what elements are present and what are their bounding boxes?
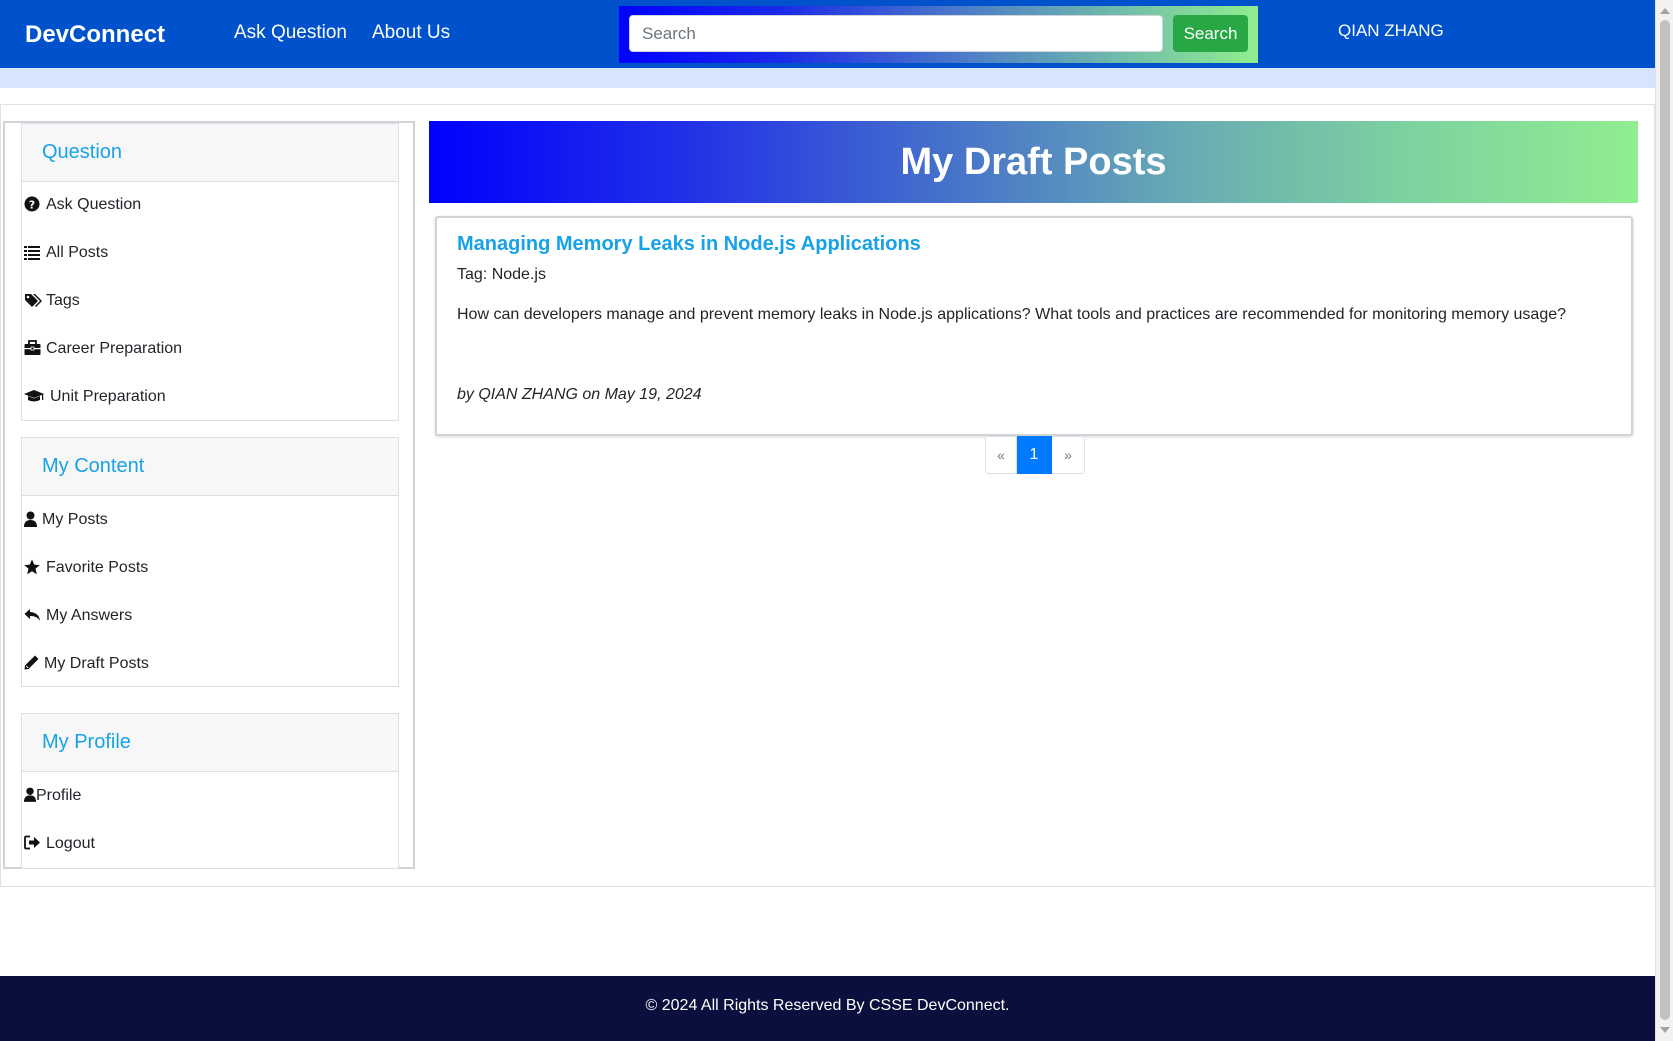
sidebar-item-label: My Answers	[46, 607, 133, 624]
sidebar-item-favorite-posts[interactable]: Favorite Posts	[24, 556, 148, 580]
pagination-next-button[interactable]: »	[1052, 436, 1085, 474]
briefcase-icon	[24, 340, 42, 358]
sidebar-section-title: Question	[42, 141, 123, 163]
sidebar: Question ? Ask Question All Posts Tags C…	[3, 121, 415, 869]
sidebar-section-title: My Profile	[42, 731, 131, 753]
pagination-prev-button[interactable]: «	[985, 436, 1017, 474]
sidebar-section-title: My Content	[42, 455, 145, 477]
sidebar-item-my-draft-posts[interactable]: My Draft Posts	[24, 652, 149, 676]
vertical-scrollbar[interactable]	[1655, 0, 1673, 1041]
sub-navbar-strip	[0, 68, 1655, 88]
sidebar-item-all-posts[interactable]: All Posts	[24, 241, 108, 265]
sidebar-item-label: Ask Question	[46, 196, 142, 213]
sidebar-item-profile[interactable]: Profile	[24, 784, 81, 808]
sidebar-item-unit-preparation[interactable]: Unit Preparation	[24, 385, 166, 409]
svg-text:?: ?	[29, 198, 35, 211]
sidebar-item-logout[interactable]: Logout	[24, 832, 95, 856]
sidebar-item-label: My Draft Posts	[44, 655, 149, 672]
sidebar-item-career-preparation[interactable]: Career Preparation	[24, 337, 182, 361]
post-tag: Tag: Node.js	[457, 266, 546, 283]
page-title: My Draft Posts	[900, 141, 1167, 183]
pencil-icon	[24, 655, 40, 673]
scroll-up-arrow-icon[interactable]	[1660, 8, 1670, 14]
scroll-down-arrow-icon[interactable]	[1660, 1027, 1670, 1033]
list-icon	[24, 244, 42, 262]
sidebar-section-header: My Profile	[22, 714, 398, 772]
pagination-page-button[interactable]: 1	[1017, 436, 1052, 474]
sidebar-item-label: My Posts	[42, 511, 108, 528]
sidebar-item-ask-question[interactable]: ? Ask Question	[24, 193, 141, 217]
graduation-cap-icon	[24, 388, 46, 406]
sidebar-section-header: Question	[22, 124, 398, 182]
nav-link-ask-question[interactable]: Ask Question	[234, 20, 347, 46]
sidebar-item-label: Unit Preparation	[50, 388, 166, 405]
pagination: « 1 »	[985, 436, 1085, 474]
post-author-date: by QIAN ZHANG on May 19, 2024	[457, 386, 702, 403]
star-icon	[24, 559, 42, 577]
user-icon	[24, 511, 38, 529]
sidebar-section-header: My Content	[22, 438, 398, 496]
sidebar-item-label: Career Preparation	[46, 340, 183, 357]
user-menu[interactable]: QIAN ZHANG	[1338, 20, 1444, 42]
brand-logo[interactable]: DevConnect	[25, 20, 165, 50]
question-circle-icon: ?	[24, 196, 42, 214]
page-header-banner: My Draft Posts	[429, 121, 1638, 203]
reply-icon	[24, 607, 42, 625]
sign-out-icon	[24, 835, 42, 853]
footer-copyright: © 2024 All Rights Reserved By CSSE DevCo…	[645, 997, 1010, 1014]
sidebar-item-label: Favorite Posts	[46, 559, 149, 576]
sidebar-section-question: Question ? Ask Question All Posts Tags C…	[21, 123, 399, 421]
scrollbar-thumb[interactable]	[1660, 20, 1670, 1020]
search-input[interactable]	[629, 15, 1163, 52]
footer: © 2024 All Rights Reserved By CSSE DevCo…	[0, 976, 1655, 1041]
user-icon	[24, 787, 36, 805]
nav-link-about-us[interactable]: About Us	[372, 20, 450, 46]
search-button[interactable]: Search	[1173, 15, 1248, 52]
sidebar-item-my-answers[interactable]: My Answers	[24, 604, 132, 628]
draft-post-card: Managing Memory Leaks in Node.js Applica…	[435, 216, 1633, 436]
sidebar-section-my-content: My Content My Posts Favorite Posts My An…	[21, 437, 399, 687]
search-form: Search	[619, 6, 1258, 63]
post-excerpt: How can developers manage and prevent me…	[457, 306, 1567, 323]
post-title-link[interactable]: Managing Memory Leaks in Node.js Applica…	[457, 230, 921, 258]
sidebar-item-label: All Posts	[46, 244, 109, 261]
sidebar-item-label: Profile	[36, 787, 82, 804]
sidebar-item-my-posts[interactable]: My Posts	[24, 508, 108, 532]
tags-icon	[24, 292, 42, 310]
sidebar-item-tags[interactable]: Tags	[24, 289, 80, 313]
top-navbar: DevConnect Ask Question About Us Search …	[0, 0, 1655, 68]
sidebar-item-label: Logout	[46, 835, 95, 852]
sidebar-item-label: Tags	[46, 292, 80, 309]
sidebar-section-my-profile: My Profile Profile Logout	[21, 713, 399, 869]
